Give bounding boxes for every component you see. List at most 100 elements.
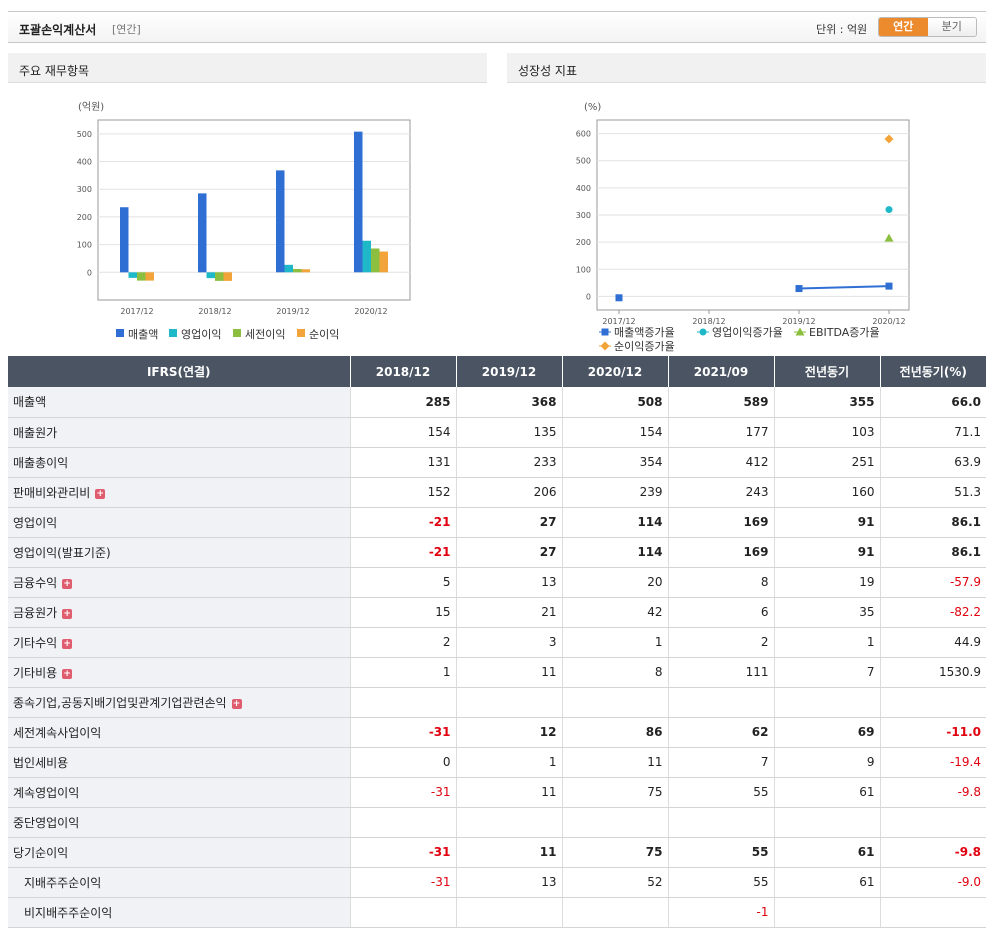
table-cell: -82.2 [880, 597, 986, 628]
table-cell [774, 807, 881, 838]
y-tick-label: 500 [77, 130, 92, 139]
expand-icon[interactable]: + [62, 608, 73, 619]
column-header-period: 2018/12 [350, 356, 457, 387]
bar [276, 170, 285, 273]
y-tick-label: 400 [77, 158, 92, 167]
expand-icon[interactable]: + [231, 698, 242, 709]
table-cell [562, 807, 669, 838]
row-label: 세전계속사업이익 [8, 717, 351, 748]
legend-label: 매출액증가율 [614, 326, 675, 339]
bar [284, 264, 293, 273]
tab-quarterly[interactable]: 분기 [927, 18, 976, 36]
table-cell: 5 [350, 567, 457, 598]
expand-icon[interactable]: + [62, 578, 73, 589]
table-cell [880, 807, 986, 838]
row-label-text: 매출총이익 [13, 455, 69, 470]
x-tick-label: 2018/12 [198, 307, 231, 316]
table-cell: 111 [668, 657, 775, 688]
growth-chart: (%) 0 100 200 300 400 500 600 2017/12 2018/12 2019… [576, 102, 910, 353]
table-cell [880, 897, 986, 928]
row-label-text: 기타비용 [13, 665, 58, 680]
row-label: 금융수익 + [8, 567, 351, 598]
growth-panel: 성장성 지표 (%) 0 100 200 300 400 500 600 2017/12 2018… [507, 53, 986, 353]
table-cell: 63.9 [880, 447, 986, 478]
y-unit-label: (억원) [78, 101, 104, 113]
row-label-text: 세전계속사업이익 [13, 725, 102, 740]
x-tick-label: 2019/12 [782, 317, 815, 326]
growth-title: 성장성 지표 [507, 53, 986, 83]
key-financials-panel: 주요 재무항목 (억원) 0 100 200 300 400 500 2017/12 2018/… [8, 53, 487, 353]
row-label-text: 법인세비용 [13, 755, 69, 770]
bar [120, 207, 129, 273]
table-cell: 27 [456, 537, 563, 568]
table-cell: 251 [774, 447, 881, 478]
legend-swatch [297, 329, 305, 337]
row-label: 매출액 [8, 387, 351, 418]
table-row: 매출액 285 368 508 589 355 66.0 [8, 387, 986, 418]
data-point [885, 282, 893, 290]
table-cell [668, 807, 775, 838]
x-tick-label: 2020/12 [354, 307, 387, 316]
row-label-text: 기타수익 [13, 635, 58, 650]
row-label-text: 매출액 [13, 395, 47, 410]
table-row: 매출총이익 131 233 354 412 251 63.9 [8, 447, 986, 478]
period-label: [연간] [112, 23, 141, 36]
y-tick-label: 200 [77, 213, 92, 222]
table-cell: 11 [456, 777, 563, 808]
legend-label: 영업이익 [181, 328, 221, 341]
table-cell: 69 [774, 717, 881, 748]
table-cell: 1 [562, 627, 669, 658]
table-cell: 91 [774, 537, 881, 568]
bar [137, 272, 146, 281]
table-cell: -11.0 [880, 717, 986, 748]
table-cell: -21 [350, 507, 457, 538]
tab-annual[interactable]: 연간 [879, 18, 928, 36]
table-cell [350, 687, 457, 718]
table-cell [774, 687, 881, 718]
bar [379, 251, 388, 273]
table-cell: 412 [668, 447, 775, 478]
table-cell [774, 897, 881, 928]
table-cell: -31 [350, 837, 457, 868]
x-tick-label: 2017/12 [602, 317, 635, 326]
table-cell: -19.4 [880, 747, 986, 778]
row-label: 기타비용 + [8, 657, 351, 688]
expand-icon[interactable]: + [95, 488, 106, 499]
table-cell: 239 [562, 477, 669, 508]
row-label-text: 매출원가 [13, 425, 58, 440]
income-statement-table: IFRS(연결) 2018/12 2019/12 2020/12 2021/09 전년동기… [8, 356, 986, 928]
table-cell: 206 [456, 477, 563, 508]
table-cell: 11 [456, 837, 563, 868]
table-cell: 20 [562, 567, 669, 598]
table-cell: 131 [350, 447, 457, 478]
row-label-text: 영업이익 [13, 515, 58, 530]
legend-label: 영업이익증가율 [712, 326, 783, 339]
legend-label: 순이익증가율 [614, 340, 675, 353]
expand-icon[interactable]: + [62, 668, 73, 679]
table-cell [562, 687, 669, 718]
bar [128, 272, 137, 278]
bar [215, 272, 224, 281]
legend-marker [600, 341, 610, 351]
table-cell: 160 [774, 477, 881, 508]
unit-label: 단위 : 억원 [816, 23, 868, 36]
row-label: 당기순이익 [8, 837, 351, 868]
column-header-period: 2019/12 [456, 356, 563, 387]
row-label: 매출총이익 [8, 447, 351, 478]
row-label: 비지배주주순이익 [8, 897, 351, 928]
table-cell: 154 [562, 417, 669, 448]
legend-swatch [116, 329, 124, 337]
period-toggle: 연간 분기 [878, 17, 977, 37]
row-label-text: 당기순이익 [13, 845, 69, 860]
row-label: 영업이익 [8, 507, 351, 538]
table-cell: 285 [350, 387, 457, 418]
table-row: 종속기업,공동지배기업및관계기업관련손익 + [8, 687, 986, 718]
row-label: 지배주주순이익 [8, 867, 351, 898]
table-cell: -21 [350, 537, 457, 568]
table-cell: 7 [774, 657, 881, 688]
table-cell: 61 [774, 777, 881, 808]
table-cell: 1 [350, 657, 457, 688]
table-cell [562, 897, 669, 928]
expand-icon[interactable]: + [62, 638, 73, 649]
y-tick-label: 100 [576, 265, 591, 274]
